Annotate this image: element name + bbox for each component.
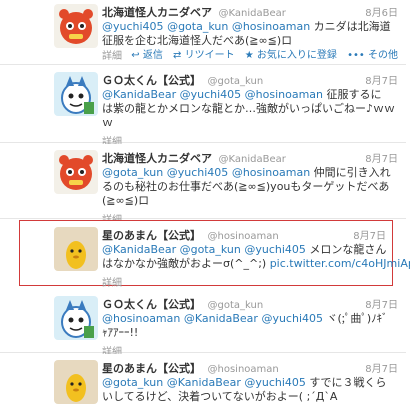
tweet-body: @KanidaBear @gota_kun @yuchi405 メロンな龍さんは… (102, 243, 410, 271)
pic-link[interactable]: pic.twitter.com/c4oHJmiApN (270, 257, 410, 270)
avatar-hosinoaman[interactable] (54, 227, 98, 271)
mention-link[interactable]: @gota_kun (102, 376, 163, 389)
tweet-text: すでに３戦くら (305, 376, 387, 389)
tweet-text: (≧∞≦)ロ (102, 194, 150, 207)
mention-link[interactable]: @KanidaBear (167, 376, 241, 389)
tweet-time[interactable]: 8月6日 (365, 4, 398, 19)
tweet-author-handle[interactable]: @KanidaBear (219, 154, 286, 165)
mention-link[interactable]: @yuchi405 (180, 88, 242, 101)
tweet-body-line: @yuchi405 @gota_kun @hosinoaman カニダは北海道 (102, 20, 398, 34)
avatar-kanidabear[interactable] (54, 150, 98, 194)
tweet-author-handle[interactable]: @gota_kun (208, 300, 264, 311)
tweet-time[interactable]: 8月7日 (365, 360, 398, 375)
more-button[interactable]: ••• その他 (347, 50, 398, 61)
tweet-body-line: いしてるけど、決着ついてないがおよー( ;´Д`A (102, 390, 398, 404)
tweet-text: るのも秘社のお仕事だべあ(≧∞≦)youもターゲットだべあ (102, 180, 390, 193)
mention-link[interactable]: @hosinoaman (232, 20, 310, 33)
tweet-time[interactable]: 8月7日 (365, 296, 398, 311)
tweet-body-line: ｬｱｱｰｰ!! (102, 326, 398, 340)
tweet-body-line: るのも秘社のお仕事だべあ(≧∞≦)youもターゲットだべあ (102, 180, 398, 194)
tweet-text: ｗ (102, 116, 113, 129)
favorite-button[interactable]: ★ お気に入りに登録 (245, 50, 337, 61)
tweet-item-highlighted: 星のあまん【公式】 @hosinoaman 8月7日 @KanidaBear @… (19, 220, 410, 289)
tweet-text: ヾ(;ﾟ曲ﾟ)ﾉｷﾞ (323, 312, 388, 325)
tweet-item: 星のあまん【公式】 @hosinoaman 8月7日 @gota_kun @Ka… (0, 354, 406, 410)
mention-link[interactable]: @KanidaBear (102, 88, 176, 101)
tweet-text: カニダは北海道 (310, 20, 391, 33)
tweet-time[interactable]: 8月7日 (353, 227, 386, 242)
tweet-author-handle[interactable]: @gota_kun (208, 76, 264, 87)
tweet-body: @gota_kun @yuchi405 @hosinoaman 仲間に引き入れる… (102, 166, 398, 208)
mention-link[interactable]: @gota_kun (167, 20, 228, 33)
tweet-text: 仲間に引き入れ (310, 166, 391, 179)
tweet-detail-link[interactable]: 詳細 (102, 47, 122, 62)
timeline-feed: 北海道怪人カニダベア @KanidaBear 8月6日 @yuchi405 @g… (0, 0, 410, 410)
tweet-text: ｬｱｱｰｰ!! (102, 326, 139, 339)
mention-link[interactable]: @gota_kun (102, 166, 163, 179)
tweet-item: 北海道怪人カニダベア @KanidaBear 8月6日 @yuchi405 @g… (0, 0, 406, 65)
tweet-body-line: @hosinoaman @KanidaBear @yuchi405 ヾ(;ﾟ曲ﾟ… (102, 312, 398, 326)
tweet-time[interactable]: 8月7日 (365, 150, 398, 165)
tweet-body-line: @KanidaBear @yuchi405 @hosinoaman 征服するに (102, 88, 398, 102)
tweet-body-line: はなかなか強敵がおよーσ(^_^;) pic.twitter.com/c4oHJ… (102, 257, 410, 271)
retweet-button[interactable]: ⇄ リツイート (173, 50, 235, 61)
tweet-body-line: ｗ (102, 116, 398, 130)
tweet-author-handle[interactable]: @hosinoaman (208, 364, 279, 375)
tweet-text: 征服するに (323, 88, 382, 101)
tweet-author-handle[interactable]: @KanidaBear (219, 8, 286, 19)
tweet-body-line: @gota_kun @yuchi405 @hosinoaman 仲間に引き入れ (102, 166, 398, 180)
tweet-body: @KanidaBear @yuchi405 @hosinoaman 征服するには… (102, 88, 398, 130)
mention-link[interactable]: @gota_kun (180, 243, 241, 256)
tweet-actions: ↩ 返信 ⇄ リツイート ★ お気に入りに登録 ••• その他 (124, 46, 398, 61)
tweet-author-name[interactable]: ＧＯ太くん【公式】 (102, 298, 201, 311)
tweet-author-name[interactable]: 星のあまん【公式】 (102, 362, 201, 375)
avatar-gota-kun[interactable] (54, 72, 98, 116)
tweet-author-handle[interactable]: @hosinoaman (208, 231, 279, 242)
tweet-text: はなかなか強敵がおよーσ(^_^;) (102, 257, 270, 270)
tweet-author-name[interactable]: 星のあまん【公式】 (102, 229, 201, 242)
tweet-author-name[interactable]: 北海道怪人カニダベア (102, 6, 212, 19)
tweet-item: 北海道怪人カニダベア @KanidaBear 8月7日 @gota_kun @y… (0, 144, 406, 226)
tweet-body-line: (≧∞≦)ロ (102, 194, 398, 208)
mention-link[interactable]: @yuchi405 (261, 312, 323, 325)
tweet-body: @gota_kun @KanidaBear @yuchi405 すでに３戦くらい… (102, 376, 398, 404)
avatar-hosinoaman[interactable] (54, 360, 98, 404)
tweet-text: メロンな龍さん (305, 243, 387, 256)
tweet-item: ＧＯ太くん【公式】 @gota_kun 8月7日 @hosinoaman @Ka… (0, 290, 406, 358)
tweet-body: @hosinoaman @KanidaBear @yuchi405 ヾ(;ﾟ曲ﾟ… (102, 312, 398, 340)
mention-link[interactable]: @hosinoaman (102, 312, 180, 325)
reply-button[interactable]: ↩ 返信 (131, 50, 163, 61)
mention-link[interactable]: @hosinoaman (232, 166, 310, 179)
mention-link[interactable]: @yuchi405 (244, 243, 306, 256)
mention-link[interactable]: @KanidaBear (184, 312, 258, 325)
mention-link[interactable]: @KanidaBear (102, 243, 176, 256)
tweet-body-line: は紫の龍とかメロンな龍とか…強敵がいっぱいごねー♪ｗｗ (102, 102, 398, 116)
mention-link[interactable]: @hosinoaman (245, 88, 323, 101)
tweet-item: ＧＯ太くん【公式】 @gota_kun 8月7日 @KanidaBear @yu… (0, 66, 406, 148)
tweet-body-line: @gota_kun @KanidaBear @yuchi405 すでに３戦くら (102, 376, 398, 390)
avatar-kanidabear[interactable] (54, 4, 98, 48)
tweet-body-line: @KanidaBear @gota_kun @yuchi405 メロンな龍さん (102, 243, 386, 257)
tweet-author-name[interactable]: ＧＯ太くん【公式】 (102, 74, 201, 87)
avatar-gota-kun[interactable] (54, 296, 98, 340)
mention-link[interactable]: @yuchi405 (167, 166, 229, 179)
mention-link[interactable]: @yuchi405 (244, 376, 306, 389)
tweet-author-name[interactable]: 北海道怪人カニダベア (102, 152, 212, 165)
tweet-detail-link[interactable]: 詳細 (102, 274, 122, 289)
tweet-time[interactable]: 8月7日 (365, 72, 398, 87)
tweet-text: は紫の龍とかメロンな龍とか…強敵がいっぱいごねー♪ｗｗ (102, 102, 396, 115)
mention-link[interactable]: @yuchi405 (102, 20, 164, 33)
tweet-text: いしてるけど、決着ついてないがおよー( ;´Д`A (102, 390, 338, 403)
